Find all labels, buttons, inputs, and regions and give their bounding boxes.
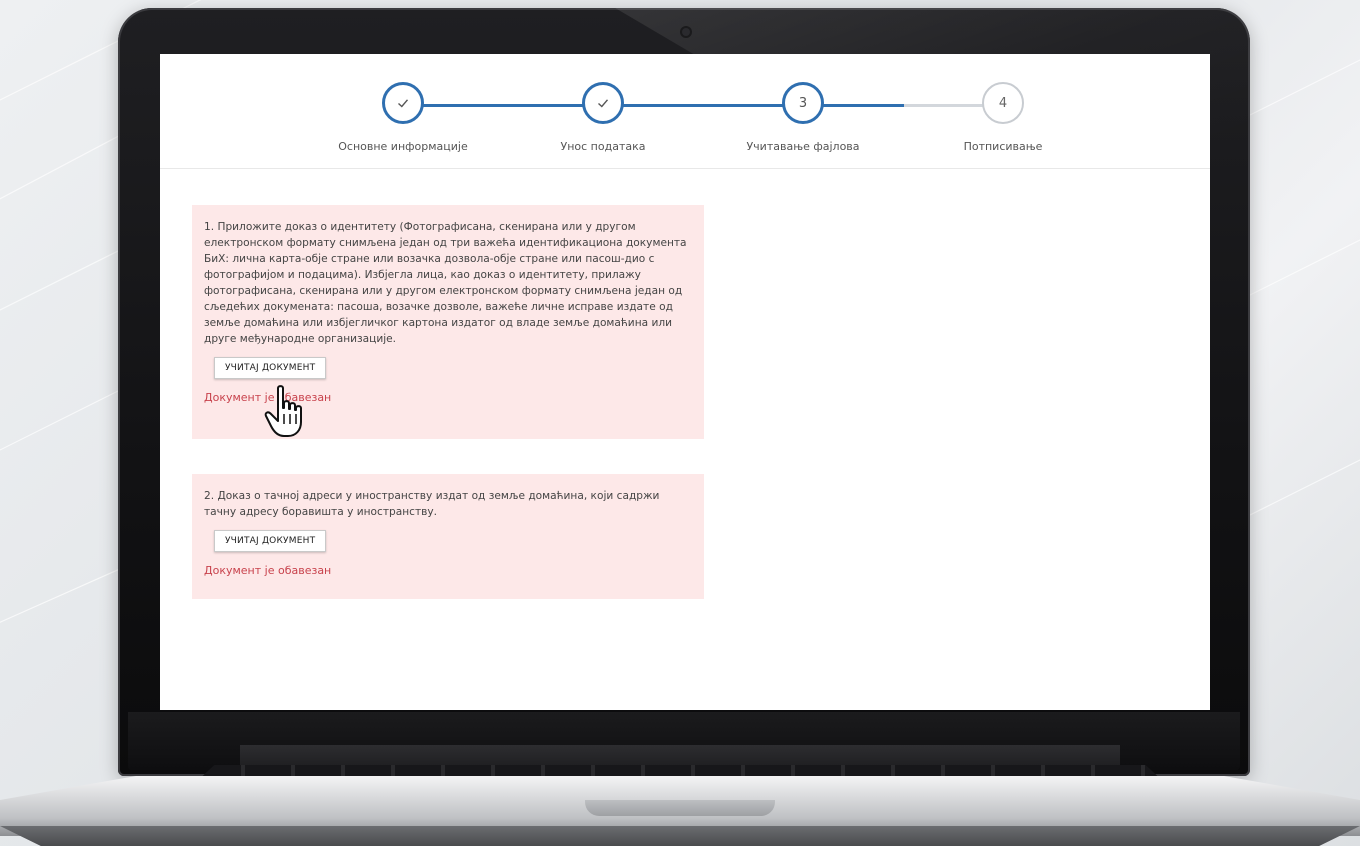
upload-card-address: 2. Доказ о тачној адреси у иностранству …	[192, 474, 704, 599]
required-document-status: Документ је обавезан	[204, 564, 332, 577]
browser-screen: 3 4 Основне информације Унос података Уч…	[160, 54, 1210, 710]
step-3-circle[interactable]: 3	[782, 82, 824, 124]
step-1-circle[interactable]	[382, 82, 424, 124]
camera-icon	[682, 28, 690, 36]
step-connector-1	[420, 104, 600, 107]
step-3-label: Учитавање фајлова	[746, 140, 860, 153]
step-4-number: 4	[998, 95, 1008, 111]
step-2-label: Унос података	[560, 140, 646, 153]
upload-document-button[interactable]: УЧИТАЈ ДОКУМЕНТ	[214, 530, 327, 552]
step-1-label: Основне информације	[338, 140, 468, 153]
step-3-number: 3	[798, 95, 808, 111]
laptop-notch	[585, 800, 775, 816]
laptop-base-lip	[0, 826, 1360, 846]
checkmark-icon	[398, 99, 409, 108]
card-instructions: 1. Приложите доказ о идентитету (Фотогра…	[204, 221, 687, 345]
step-connector-3-done	[820, 104, 904, 107]
step-4-label: Потписивање	[963, 140, 1043, 153]
hand-pointer-icon	[264, 385, 302, 437]
card-instructions: 2. Доказ о тачној адреси у иностранству …	[204, 490, 660, 518]
step-4-circle[interactable]: 4	[982, 82, 1024, 124]
step-connector-2	[620, 104, 800, 107]
checkmark-icon	[598, 99, 609, 108]
step-2-circle[interactable]	[582, 82, 624, 124]
upload-document-button[interactable]: УЧИТАЈ ДОКУМЕНТ	[214, 357, 327, 379]
progress-stepper: 3 4 Основне информације Унос података Уч…	[160, 54, 1210, 169]
